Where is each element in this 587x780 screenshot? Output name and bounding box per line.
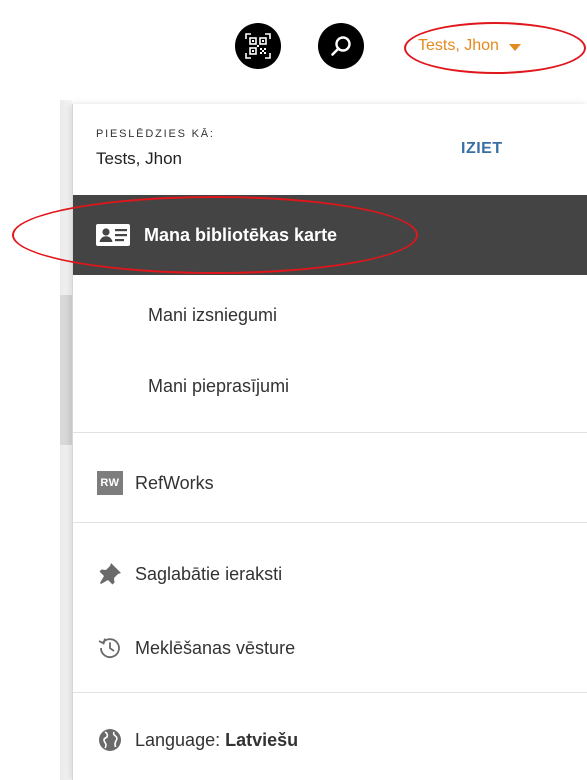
menu-item-label: Mani izsniegumi [148,304,278,325]
menu-item-library-card[interactable]: Mana bibliotēkas karte [73,195,587,275]
user-name: Tests, Jhon [418,37,499,54]
language-value: Latviešu [225,729,299,750]
history-icon [97,635,123,661]
signed-in-section: PIESLĒDZIES KĀ: Tests, Jhon IZIET [73,104,587,194]
chevron-down-icon [508,43,521,51]
menu-item-requests[interactable]: Mani pieprasījumi [73,357,587,415]
language-text: Language: Latviešu [135,730,298,751]
id-card-icon [96,224,130,246]
search-button[interactable] [318,23,364,69]
top-bar: Tests, Jhon [0,0,587,92]
refworks-icon: RW [97,470,123,496]
pin-icon [97,561,123,587]
menu-item-label: RefWorks [135,472,214,493]
signed-in-name: Tests, Jhon [96,149,182,168]
search-icon [331,36,351,56]
background-shade [60,295,72,445]
menu-item-loans[interactable]: Mani izsniegumi [73,286,587,344]
logout-button[interactable]: IZIET [461,140,503,158]
menu-item-label: Mani pieprasījumi [148,375,290,396]
user-menu-toggle[interactable]: Tests, Jhon [418,30,521,62]
signed-in-label: PIESLĒDZIES KĀ: [96,128,215,140]
refworks-badge: RW [97,471,123,495]
user-dropdown-menu: PIESLĒDZIES KĀ: Tests, Jhon IZIET Mana b… [72,104,587,780]
globe-icon [97,727,123,753]
menu-item-label: Saglabātie ieraksti [135,563,283,584]
language-label: Language: [135,729,221,750]
menu-item-language[interactable]: Language: Latviešu [73,710,587,770]
qr-code-icon [245,33,271,59]
divider [73,432,587,433]
divider [73,522,587,523]
menu-item-label: Mana bibliotēkas karte [144,224,338,245]
divider [73,692,587,693]
menu-item-saved-records[interactable]: Saglabātie ieraksti [73,544,587,604]
background-content-edge [60,100,72,780]
qr-code-button[interactable] [235,23,281,69]
menu-item-search-history[interactable]: Meklēšanas vēsture [73,618,587,678]
menu-item-refworks[interactable]: RW RefWorks [73,453,587,513]
menu-item-label: Meklēšanas vēsture [135,637,296,658]
